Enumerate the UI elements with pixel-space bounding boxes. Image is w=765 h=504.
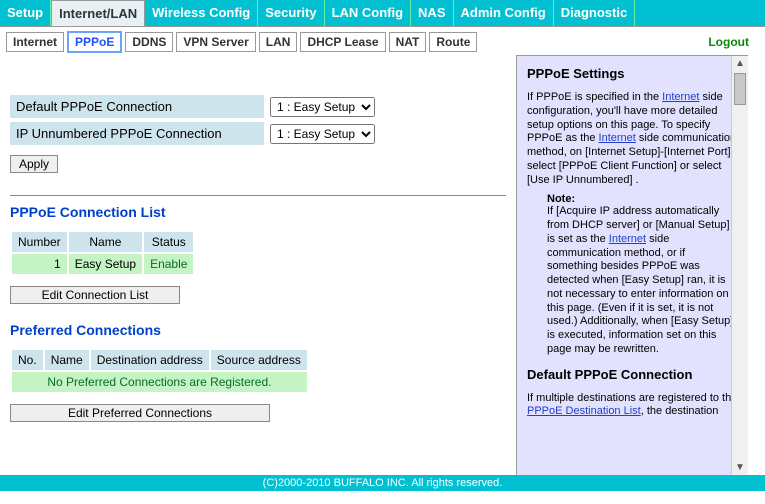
preferred-header-dest: Destination address	[91, 350, 209, 370]
preferred-table: No. Name Destination address Source addr…	[10, 348, 309, 394]
conn-list-title: PPPoE Connection List	[10, 204, 506, 220]
conn-list-table: Number Name Status 1 Easy Setup Enable	[10, 230, 195, 276]
help-title: PPPoE Settings	[527, 66, 738, 81]
content-row: Default PPPoE Connection 1 : Easy Setup …	[0, 55, 765, 475]
top-nav: Setup Internet/LAN Wireless Config Secur…	[0, 0, 765, 27]
ip-unnumbered-select[interactable]: 1 : Easy Setup	[270, 124, 375, 144]
tab-diagnostic[interactable]: Diagnostic	[554, 0, 635, 26]
help-paragraph-2: If multiple destinations are registered …	[527, 392, 738, 420]
preferred-header-src: Source address	[211, 350, 307, 370]
tab-admin-config[interactable]: Admin Config	[454, 0, 554, 26]
preferred-empty-row: No Preferred Connections are Registered.	[12, 372, 307, 392]
sub-nav: Internet PPPoE DDNS VPN Server LAN DHCP …	[0, 27, 765, 55]
conn-list-cell-status: Enable	[144, 254, 193, 274]
ip-unnumbered-row: IP Unnumbered PPPoE Connection 1 : Easy …	[10, 122, 506, 145]
help-note-text-b: side communication method, or if somethi…	[547, 233, 733, 355]
help-link-internet-3[interactable]: Internet	[609, 233, 646, 245]
subtab-internet[interactable]: Internet	[6, 32, 64, 52]
tab-lan-config[interactable]: LAN Config	[325, 0, 411, 26]
preferred-header-no: No.	[12, 350, 43, 370]
help-p1-text-a: If PPPoE is specified in the	[527, 91, 662, 103]
apply-button[interactable]: Apply	[10, 155, 58, 173]
default-pppoe-label: Default PPPoE Connection	[10, 95, 264, 118]
conn-list-cell-number: 1	[12, 254, 67, 274]
scroll-track[interactable]	[732, 71, 748, 460]
help-note-title: Note:	[547, 193, 738, 205]
subtab-vpn-server[interactable]: VPN Server	[176, 32, 255, 52]
subtab-nat[interactable]: NAT	[389, 32, 427, 52]
conn-list-header-number: Number	[12, 232, 67, 252]
conn-list-header-status: Status	[144, 232, 193, 252]
help-link-internet-1[interactable]: Internet	[662, 91, 699, 103]
help-paragraph-1: If PPPoE is specified in the Internet si…	[527, 91, 738, 187]
ip-unnumbered-label: IP Unnumbered PPPoE Connection	[10, 122, 264, 145]
separator	[10, 195, 506, 196]
subtab-pppoe[interactable]: PPPoE	[67, 31, 122, 53]
help-subtitle-default: Default PPPoE Connection	[527, 367, 738, 382]
preferred-header-name: Name	[45, 350, 89, 370]
preferred-title: Preferred Connections	[10, 322, 506, 338]
conn-list-row: 1 Easy Setup Enable	[12, 254, 193, 274]
edit-connection-list-button[interactable]: Edit Connection List	[10, 286, 180, 304]
help-link-pppoe-destination-list[interactable]: PPPoE Destination List	[527, 405, 641, 417]
help-p2-text-b: , the destination	[641, 405, 719, 417]
footer: (C)2000-2010 BUFFALO INC. All rights res…	[0, 475, 765, 491]
tab-security[interactable]: Security	[258, 0, 324, 26]
main-panel: Default PPPoE Connection 1 : Easy Setup …	[0, 55, 516, 432]
subtab-dhcp-lease[interactable]: DHCP Lease	[300, 32, 385, 52]
conn-list-header-name: Name	[69, 232, 142, 252]
tab-internet-lan[interactable]: Internet/LAN	[51, 0, 145, 26]
tab-setup[interactable]: Setup	[0, 0, 51, 26]
subtab-ddns[interactable]: DDNS	[125, 32, 173, 52]
help-panel: PPPoE Settings If PPPoE is specified in …	[516, 55, 748, 475]
tab-wireless-config[interactable]: Wireless Config	[145, 0, 258, 26]
conn-list-cell-name: Easy Setup	[69, 254, 142, 274]
scroll-thumb[interactable]	[734, 73, 746, 105]
default-pppoe-row: Default PPPoE Connection 1 : Easy Setup	[10, 95, 506, 118]
help-note-body: If [Acquire IP address automatically fro…	[547, 205, 738, 356]
preferred-empty-msg: No Preferred Connections are Registered.	[12, 372, 307, 392]
tab-nas[interactable]: NAS	[411, 0, 453, 26]
help-note: Note: If [Acquire IP address automatical…	[547, 193, 738, 356]
subtab-lan[interactable]: LAN	[259, 32, 298, 52]
help-p2-text-a: If multiple destinations are registered …	[527, 392, 737, 404]
help-scrollbar[interactable]: ▲ ▼	[731, 56, 748, 475]
subtab-route[interactable]: Route	[429, 32, 477, 52]
help-link-internet-2[interactable]: Internet	[599, 132, 636, 144]
edit-preferred-connections-button[interactable]: Edit Preferred Connections	[10, 404, 270, 422]
scroll-down-icon[interactable]: ▼	[735, 460, 745, 475]
logout-link[interactable]: Logout	[708, 35, 759, 49]
default-pppoe-select[interactable]: 1 : Easy Setup	[270, 97, 375, 117]
scroll-up-icon[interactable]: ▲	[735, 56, 745, 71]
